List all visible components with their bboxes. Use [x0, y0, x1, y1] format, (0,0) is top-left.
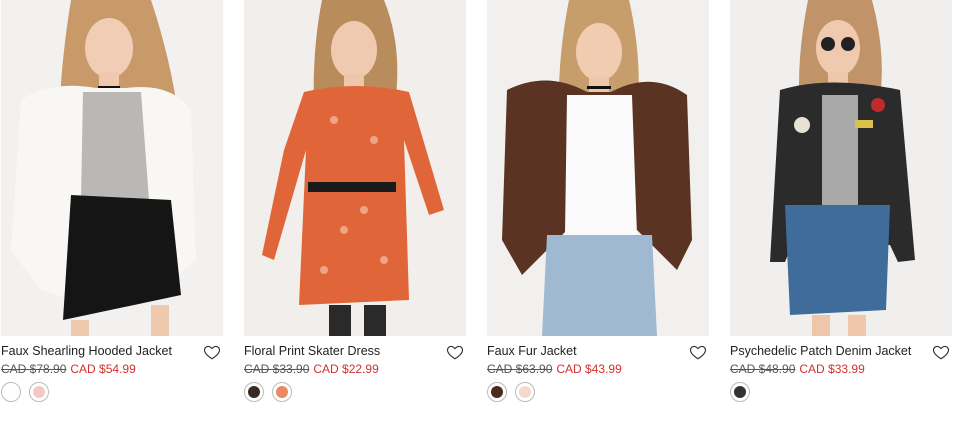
product-name[interactable]: Faux Shearling Hooded Jacket [1, 344, 223, 359]
sale-price: CAD $54.99 [70, 362, 136, 376]
color-swatch[interactable] [272, 382, 292, 402]
heart-icon[interactable] [203, 343, 221, 361]
price-row: CAD $33.90 CAD $22.99 [244, 362, 466, 376]
product-image[interactable] [730, 0, 952, 336]
color-swatch[interactable] [1, 382, 21, 402]
product-name[interactable]: Floral Print Skater Dress [244, 344, 466, 359]
price-row: CAD $48.90 CAD $33.99 [730, 362, 952, 376]
product-image[interactable] [487, 0, 709, 336]
product-name[interactable]: Psychedelic Patch Denim Jacket [730, 344, 952, 359]
sale-price: CAD $33.99 [799, 362, 865, 376]
product-card[interactable]: Floral Print Skater Dress CAD $33.90 CAD … [244, 0, 466, 402]
color-swatches [1, 382, 223, 402]
heart-icon[interactable] [932, 343, 950, 361]
color-swatches [487, 382, 709, 402]
color-swatch[interactable] [29, 382, 49, 402]
product-card[interactable]: Faux Fur Jacket CAD $63.90 CAD $43.99 [487, 0, 709, 402]
sale-price: CAD $22.99 [313, 362, 379, 376]
price-row: CAD $78.90 CAD $54.99 [1, 362, 223, 376]
product-image[interactable] [1, 0, 223, 336]
sale-price: CAD $43.99 [556, 362, 622, 376]
original-price: CAD $33.90 [244, 362, 310, 376]
price-row: CAD $63.90 CAD $43.99 [487, 362, 709, 376]
product-name[interactable]: Faux Fur Jacket [487, 344, 709, 359]
heart-icon[interactable] [446, 343, 464, 361]
color-swatch[interactable] [515, 382, 535, 402]
product-card[interactable]: Psychedelic Patch Denim Jacket CAD $48.9… [730, 0, 952, 402]
color-swatch[interactable] [730, 382, 750, 402]
product-image[interactable] [244, 0, 466, 336]
color-swatches [730, 382, 952, 402]
original-price: CAD $78.90 [1, 362, 67, 376]
product-card[interactable]: Faux Shearling Hooded Jacket CAD $78.90 C… [1, 0, 223, 402]
heart-icon[interactable] [689, 343, 707, 361]
color-swatches [244, 382, 466, 402]
product-grid: Faux Shearling Hooded Jacket CAD $78.90 C… [0, 0, 956, 432]
color-swatch[interactable] [244, 382, 264, 402]
color-swatch[interactable] [487, 382, 507, 402]
original-price: CAD $63.90 [487, 362, 553, 376]
original-price: CAD $48.90 [730, 362, 796, 376]
